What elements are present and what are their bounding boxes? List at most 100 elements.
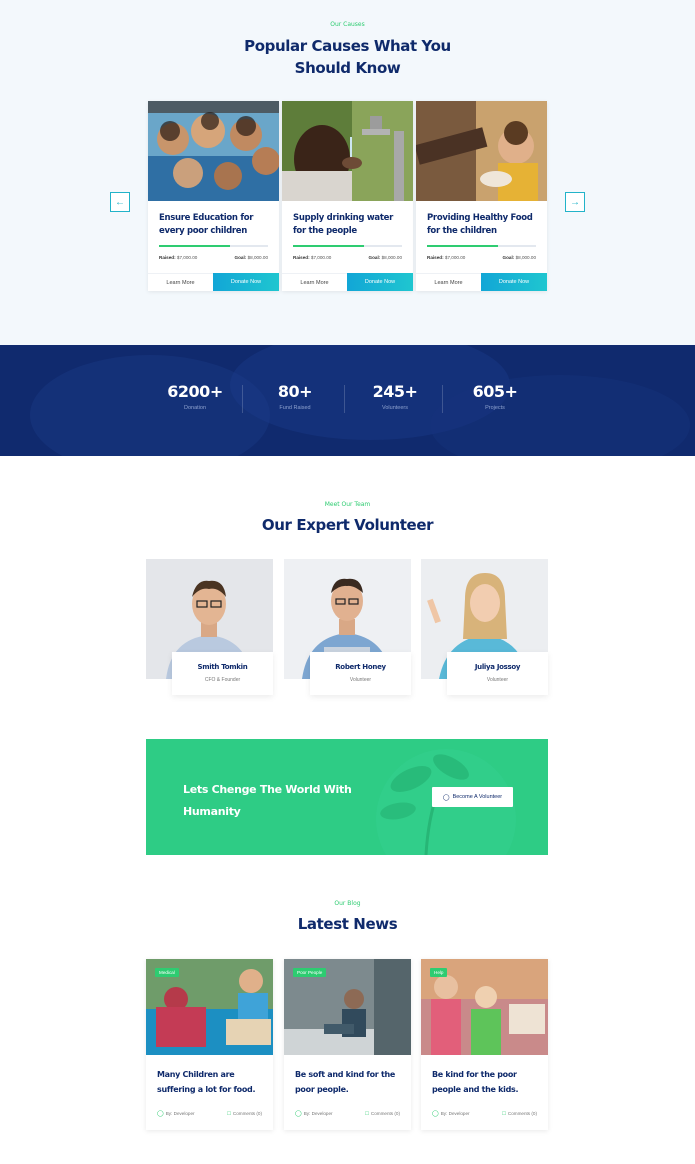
news-image: Medical bbox=[146, 959, 273, 1055]
learn-more-button[interactable]: Learn More bbox=[416, 273, 481, 291]
volunteer-card[interactable]: Juliya Jossoy Volunteer bbox=[421, 559, 548, 695]
author-label: By: Developer bbox=[303, 1111, 333, 1116]
raised-amount: Raised: $7,000.00 bbox=[427, 255, 465, 260]
stat-projects: 605+ Projects bbox=[445, 382, 545, 411]
author-meta[interactable]: ◯ By: Developer bbox=[295, 1110, 333, 1117]
comment-icon: □ bbox=[502, 1110, 506, 1117]
news-meta: ◯ By: Developer □ Comments (0) bbox=[432, 1110, 537, 1118]
cause-card: Ensure Education for every poor children… bbox=[148, 101, 279, 291]
volunteer-name: Juliya Jossoy bbox=[474, 663, 521, 671]
become-volunteer-button[interactable]: ◯ Become A Volunteer bbox=[432, 787, 513, 807]
stat-label: Fund Raised bbox=[279, 405, 311, 411]
goal-amount: Goal: $8,000.00 bbox=[235, 255, 268, 260]
raised-label: Raised: bbox=[293, 255, 310, 260]
goal-label: Goal: bbox=[502, 255, 515, 260]
cause-title: Supply drinking water for the people bbox=[293, 213, 393, 236]
donation-progress-bar bbox=[159, 245, 268, 247]
news-card[interactable]: Medical Many Children are suffering a lo… bbox=[146, 959, 273, 1130]
volunteer-role: Volunteer bbox=[486, 677, 509, 683]
cause-title: Ensure Education for every poor children bbox=[159, 213, 254, 236]
cause-image-children-smiling bbox=[148, 101, 279, 201]
raised-amount: Raised: $7,000.00 bbox=[159, 255, 197, 260]
goal-amount: Goal: $8,000.00 bbox=[369, 255, 402, 260]
comments-meta[interactable]: □ Comments (0) bbox=[227, 1110, 262, 1117]
author-meta[interactable]: ◯ By: Developer bbox=[157, 1110, 195, 1117]
news-meta: ◯ By: Developer □ Comments (0) bbox=[295, 1110, 400, 1118]
progress-fill bbox=[293, 245, 364, 247]
volunteer-card[interactable]: Robert Honey Volunteer bbox=[284, 559, 411, 695]
raised-label: Raised: bbox=[427, 255, 444, 260]
causes-section: Our Causes Popular Causes What You Shoul… bbox=[0, 0, 695, 345]
comments-meta[interactable]: □ Comments (0) bbox=[502, 1110, 537, 1117]
user-icon: ◯ bbox=[432, 1111, 439, 1117]
donate-now-button[interactable]: Donate Now bbox=[213, 273, 279, 291]
causes-eyebrow: Our Causes bbox=[330, 21, 365, 28]
author-label: By: Developer bbox=[440, 1111, 470, 1116]
stats-section: 6200+ Donation 80+ Fund Raised 245+ Volu… bbox=[0, 345, 695, 456]
goal-value: $8,000.00 bbox=[247, 255, 268, 260]
cause-image-child-drinking-water bbox=[282, 101, 413, 201]
comments-label: Comments (0) bbox=[507, 1111, 537, 1116]
stat-divider bbox=[242, 385, 243, 413]
stat-value: 245+ bbox=[372, 382, 418, 401]
raised-amount: Raised: $7,000.00 bbox=[293, 255, 331, 260]
volunteer-cta-banner: Lets Chenge The World With Humanity ◯ Be… bbox=[146, 739, 548, 855]
blog-eyebrow: Our Blog bbox=[334, 900, 361, 907]
news-image: Poor People bbox=[284, 959, 411, 1055]
news-title[interactable]: Be soft and kind for the poor people. bbox=[295, 1067, 405, 1097]
volunteer-info: Smith Tomkin CFO & Founder bbox=[172, 652, 273, 695]
volunteer-name: Smith Tomkin bbox=[197, 663, 248, 671]
become-volunteer-label: Become A Volunteer bbox=[452, 794, 503, 800]
goal-amount: Goal: $8,000.00 bbox=[503, 255, 536, 260]
stat-value: 605+ bbox=[472, 382, 518, 401]
stat-label: Donation bbox=[183, 405, 207, 411]
cause-title: Providing Healthy Food for the children bbox=[427, 213, 533, 236]
learn-more-button[interactable]: Learn More bbox=[148, 273, 213, 291]
raised-value: $7,000.00 bbox=[176, 255, 198, 260]
news-category-badge[interactable]: Medical bbox=[155, 968, 179, 977]
donate-now-button[interactable]: Donate Now bbox=[481, 273, 547, 291]
stat-fund-raised: 80+ Fund Raised bbox=[245, 382, 345, 411]
volunteer-name: Robert Honey bbox=[335, 663, 386, 671]
comment-icon: □ bbox=[227, 1110, 231, 1117]
volunteer-card[interactable]: Smith Tomkin CFO & Founder bbox=[146, 559, 273, 695]
author-label: By: Developer bbox=[165, 1111, 195, 1116]
progress-fill bbox=[427, 245, 498, 247]
stat-label: Volunteers bbox=[382, 405, 408, 411]
raised-value: $7,000.00 bbox=[310, 255, 332, 260]
author-meta[interactable]: ◯ By: Developer bbox=[432, 1110, 470, 1117]
carousel-next-button[interactable]: → bbox=[565, 192, 585, 212]
cause-card: Providing Healthy Food for the children … bbox=[416, 101, 547, 291]
comments-label: Comments (0) bbox=[232, 1111, 262, 1116]
goal-label: Goal: bbox=[368, 255, 381, 260]
stat-value: 80+ bbox=[277, 382, 313, 401]
goal-value: $8,000.00 bbox=[515, 255, 536, 260]
stat-value: 6200+ bbox=[167, 382, 223, 401]
carousel-prev-button[interactable]: ← bbox=[110, 192, 130, 212]
donate-now-button[interactable]: Donate Now bbox=[347, 273, 413, 291]
user-icon: ◯ bbox=[157, 1111, 164, 1117]
comments-meta[interactable]: □ Comments (0) bbox=[365, 1110, 400, 1117]
news-card[interactable]: Poor People Be soft and kind for the poo… bbox=[284, 959, 411, 1130]
banner-title: Lets Chenge The World With Humanity bbox=[183, 783, 352, 818]
raised-label: Raised: bbox=[159, 255, 176, 260]
causes-title: Popular Causes What You Should Know bbox=[0, 35, 695, 79]
learn-more-button[interactable]: Learn More bbox=[282, 273, 347, 291]
news-title[interactable]: Be kind for the poor people and the kids… bbox=[432, 1067, 542, 1097]
volunteer-info: Juliya Jossoy Volunteer bbox=[447, 652, 548, 695]
team-title: Our Expert Volunteer bbox=[261, 516, 434, 534]
raised-value: $7,000.00 bbox=[444, 255, 466, 260]
blog-title: Latest News bbox=[297, 915, 398, 933]
comment-icon: □ bbox=[365, 1110, 369, 1117]
news-category-badge[interactable]: Help bbox=[430, 968, 448, 977]
causes-title-line1: Popular Causes What You bbox=[244, 37, 451, 55]
news-category-badge[interactable]: Poor People bbox=[293, 968, 327, 977]
goal-value: $8,000.00 bbox=[381, 255, 402, 260]
news-card[interactable]: Help Be kind for the poor people and the… bbox=[421, 959, 548, 1130]
stat-divider bbox=[442, 385, 443, 413]
news-title[interactable]: Many Children are suffering a lot for fo… bbox=[157, 1067, 267, 1097]
stat-volunteers: 245+ Volunteers bbox=[345, 382, 445, 411]
progress-fill bbox=[159, 245, 230, 247]
arrow-left-icon: ← bbox=[115, 196, 125, 208]
user-icon: ◯ bbox=[295, 1111, 302, 1117]
